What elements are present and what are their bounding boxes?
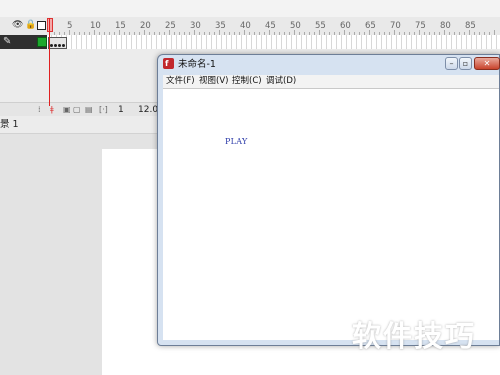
edit-multiple-icon[interactable]: ▤ (85, 105, 93, 115)
ruler-label: 25 (165, 21, 176, 31)
layer-color-swatch[interactable] (37, 37, 47, 47)
current-frame: 1 (118, 105, 124, 115)
ruler-label: 5 (67, 21, 73, 31)
flash-player-icon: f (163, 58, 174, 69)
ruler-label: 85 (465, 21, 476, 31)
keyframe-dot (50, 44, 53, 47)
watermark: 软件技巧 (352, 319, 477, 353)
keyframe-span[interactable] (48, 37, 67, 49)
menu-control[interactable]: 控制(C) (232, 76, 262, 87)
ruler-label: 35 (215, 21, 226, 31)
eye-icon[interactable]: 👁 (12, 20, 23, 30)
playhead-handle[interactable] (47, 18, 53, 32)
center-frame-icon[interactable]: ǂ (50, 105, 54, 115)
onion-skin-icon[interactable]: ▣ (63, 105, 71, 115)
scroll-grip-icon[interactable]: ⁞ (38, 105, 41, 115)
window-title: 未命名-1 (178, 59, 216, 70)
ruler-label: 50 (290, 21, 301, 31)
ruler-label: 70 (390, 21, 401, 31)
minimize-button[interactable]: – (445, 57, 458, 70)
menu-debug[interactable]: 调试(D) (266, 76, 296, 87)
keyframe-dot (58, 44, 61, 47)
onion-markers-icon[interactable]: [·] (99, 105, 108, 115)
play-text[interactable]: PLAY (225, 137, 248, 146)
scene-label[interactable]: 景 1 (0, 119, 19, 130)
frame-cells[interactable] (47, 35, 500, 50)
ruler-label: 55 (315, 21, 326, 31)
ruler-label: 40 (240, 21, 251, 31)
player-content[interactable]: PLAY (163, 89, 499, 340)
layer-name-cell[interactable]: ✎ (0, 35, 47, 49)
maximize-button[interactable]: ▫ (459, 57, 472, 70)
frame-rate: 12.0 (138, 105, 159, 115)
outline-icon[interactable] (37, 21, 46, 30)
frame-ruler[interactable]: 5 10 15 20 25 30 35 40 45 50 55 60 65 70 75 80 85 (47, 17, 500, 35)
close-button[interactable]: ✕ (474, 57, 500, 70)
player-window: f 未命名-1 – ▫ ✕ 文件(F) 视图(V) 控制(C) 调试(D) PL… (157, 54, 500, 346)
ruler-label: 20 (140, 21, 151, 31)
title-bar[interactable]: f 未命名-1 – ▫ ✕ (158, 55, 500, 74)
ruler-label: 75 (415, 21, 426, 31)
onion-outline-icon[interactable]: ▢ (73, 105, 81, 115)
playhead-line (49, 18, 50, 106)
ruler-label: 65 (365, 21, 376, 31)
ruler-label: 45 (265, 21, 276, 31)
ruler-label: 30 (190, 21, 201, 31)
keyframe-dot (62, 44, 65, 47)
pencil-icon: ✎ (3, 36, 12, 47)
menu-file[interactable]: 文件(F) (166, 76, 195, 87)
ruler-label: 15 (115, 21, 126, 31)
ruler-label: 10 (90, 21, 101, 31)
keyframe-dot (54, 44, 57, 47)
timeline-header: 👁 🔒 5 10 15 20 25 30 35 40 45 50 55 60 65 70 75 80 85 (0, 17, 500, 36)
menu-bar: 文件(F) 视图(V) 控制(C) 调试(D) (163, 75, 499, 89)
top-strip (0, 0, 500, 18)
menu-view[interactable]: 视图(V) (199, 76, 228, 87)
lock-icon[interactable]: 🔒 (25, 20, 36, 30)
layer-row[interactable]: ✎ (0, 35, 500, 50)
ruler-label: 80 (440, 21, 451, 31)
ruler-label: 60 (340, 21, 351, 31)
